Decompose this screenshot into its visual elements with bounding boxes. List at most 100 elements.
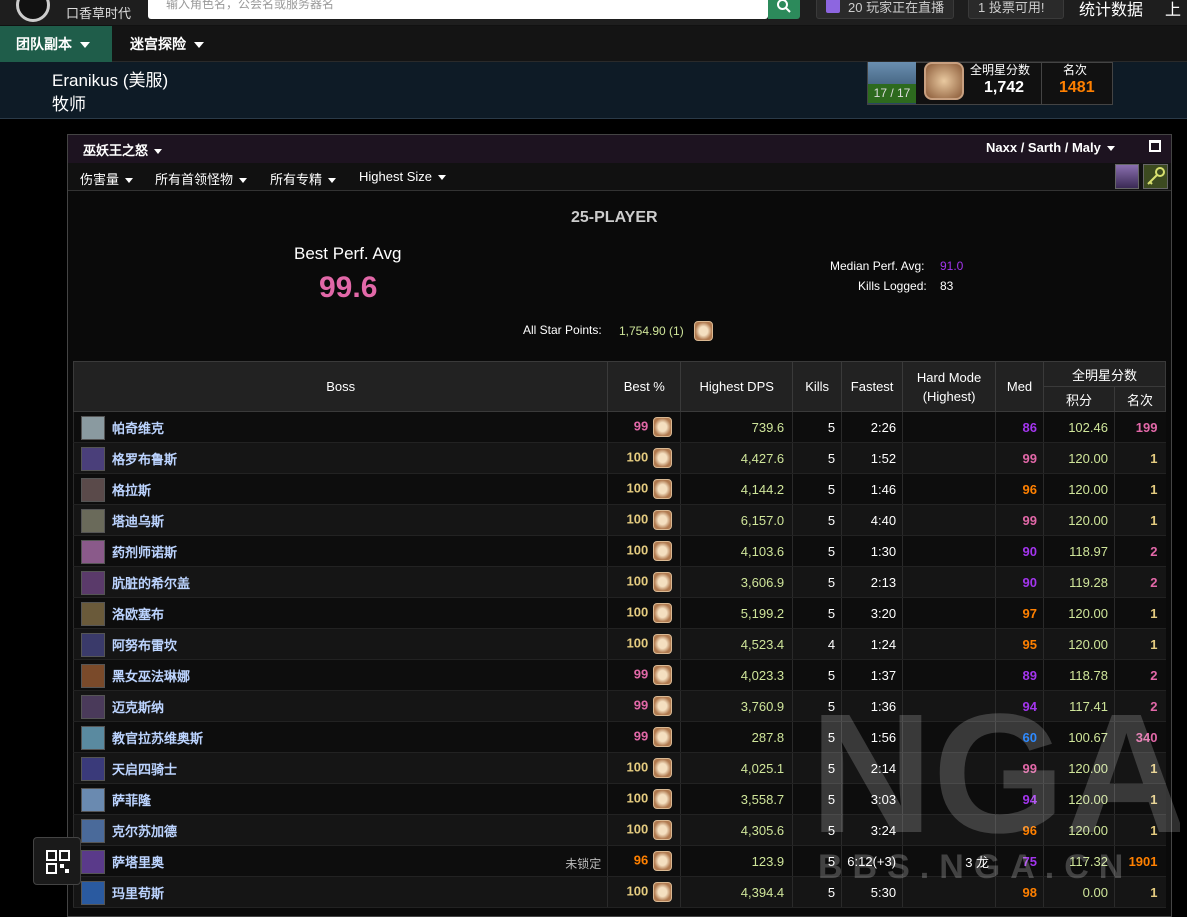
boss-name[interactable]: 天启四骑士 [112, 762, 177, 777]
boss-name[interactable]: 玛里苟斯 [112, 886, 164, 901]
boss-name[interactable]: 克尔苏加德 [112, 824, 177, 839]
boss-cell[interactable]: 肮脏的希尔盖 [72, 566, 608, 598]
twitch-icon [826, 0, 840, 13]
search-input[interactable]: 输入角色名，公会名或服务器名 [166, 0, 334, 12]
boss-name[interactable]: 阿努布雷坎 [112, 638, 177, 653]
boss-cell[interactable]: 迈克斯纳 [72, 690, 608, 722]
header-best[interactable]: Best % [607, 361, 682, 412]
rank: 1 [1113, 783, 1166, 815]
boss-name[interactable]: 塔迪乌斯 [112, 514, 164, 529]
boss-cell[interactable]: 玛里苟斯 [72, 876, 608, 908]
filter-size[interactable]: Highest Size [359, 169, 446, 184]
boss-name[interactable]: 萨菲隆 [112, 793, 151, 808]
header-dps[interactable]: Highest DPS [680, 361, 794, 412]
highest-dps: 287.8 [680, 721, 793, 753]
table-row[interactable]: 帕奇维克 99 739.6 5 2:26 86 102.46 199 [72, 411, 1166, 443]
qr-code-button[interactable] [33, 837, 81, 885]
table-row[interactable]: 教官拉苏维奥斯 99 287.8 5 1:56 60 100.67 340 [72, 721, 1166, 753]
boss-cell[interactable]: 格拉斯 [72, 473, 608, 505]
key-icon[interactable] [1143, 164, 1168, 189]
site-logo-text[interactable]: 口香草时代 [66, 3, 131, 22]
allstar-label: 全明星分数 [970, 63, 1031, 77]
table-row[interactable]: 阿努布雷坎 100 4,523.4 4 1:24 95 120.00 1 [72, 628, 1166, 660]
table-row[interactable]: 玛里苟斯 100 4,394.4 5 5:30 98 0.00 1 [72, 876, 1166, 908]
boss-cell[interactable]: 格罗布鲁斯 [72, 442, 608, 474]
boss-name[interactable]: 萨塔里奥 [112, 855, 164, 870]
filter-bosses[interactable]: 所有首领怪物 [155, 169, 248, 188]
median: 95 [995, 628, 1044, 660]
boss-cell[interactable]: 阿努布雷坎 [72, 628, 608, 660]
character-class: 牧师 [52, 95, 86, 114]
boss-name[interactable]: 迈克斯纳 [112, 700, 164, 715]
boss-name[interactable]: 黑女巫法琳娜 [112, 669, 190, 684]
table-row[interactable]: 洛欧塞布 100 5,199.2 5 3:20 97 120.00 1 [72, 597, 1166, 629]
table-row[interactable]: 肮脏的希尔盖 100 3,606.9 5 2:13 90 119.28 2 [72, 566, 1166, 598]
search-button[interactable] [768, 0, 800, 19]
boss-name[interactable]: 药剂师诺斯 [112, 545, 177, 560]
boss-cell[interactable]: 萨菲隆 [72, 783, 608, 815]
boss-name[interactable]: 肮脏的希尔盖 [112, 576, 190, 591]
boss-cell[interactable]: 黑女巫法琳娜 [72, 659, 608, 691]
header-points[interactable]: 积分 [1043, 386, 1115, 412]
boss-name[interactable]: 教官拉苏维奥斯 [112, 731, 203, 746]
boss-cell[interactable]: 克尔苏加德 [72, 814, 608, 846]
header-rank[interactable]: 名次 [1113, 386, 1167, 412]
median-perf-label: Median Perf. Avg: [830, 259, 925, 273]
table-row[interactable]: 药剂师诺斯 100 4,103.6 5 1:30 90 118.97 2 [72, 535, 1166, 567]
header-kills[interactable]: Kills [792, 361, 843, 412]
points: 100.67 [1043, 721, 1115, 753]
boss-cell[interactable]: 教官拉苏维奥斯 [72, 721, 608, 753]
median: 99 [995, 752, 1044, 784]
kills: 4 [792, 628, 842, 660]
table-row[interactable]: 迈克斯纳 99 3,760.9 5 1:36 94 117.41 2 [72, 690, 1166, 722]
boss-cell[interactable]: 药剂师诺斯 [72, 535, 608, 567]
boss-cell[interactable]: 帕奇维克 [72, 411, 608, 443]
nav-raids[interactable]: 团队副本 [0, 26, 112, 62]
header-hardmode[interactable]: Hard Mode (Highest) [902, 361, 997, 412]
table-row[interactable]: 天启四骑士 100 4,025.1 5 2:14 99 120.00 1 [72, 752, 1166, 784]
table-row[interactable]: 黑女巫法琳娜 99 4,023.3 5 1:37 89 118.78 2 [72, 659, 1166, 691]
boss-cell[interactable]: 洛欧塞布 [72, 597, 608, 629]
live-streams-text[interactable]: 20 玩家正在直播 [848, 0, 944, 16]
unlocked-note: 未锁定 [565, 857, 602, 871]
header-median[interactable]: Med [995, 361, 1044, 412]
vote-text[interactable]: 1 投票可用! [978, 0, 1044, 16]
stats-link[interactable]: 统计数据 [1079, 0, 1143, 20]
nav-dungeons[interactable]: 迷宫探险 [114, 26, 224, 62]
filter-metric[interactable]: 伤害量 [80, 169, 134, 188]
boss-cell[interactable]: 天启四骑士 [72, 752, 608, 784]
boss-name[interactable]: 格罗布鲁斯 [112, 452, 177, 467]
rank: 2 [1113, 659, 1166, 691]
class-icon[interactable] [1115, 164, 1139, 189]
best-percent: 100 [626, 790, 649, 806]
header-boss[interactable]: Boss [72, 361, 609, 412]
table-row[interactable]: 克尔苏加德 100 4,305.6 5 3:24 96 120.00 1 [72, 814, 1166, 846]
boss-name[interactable]: 帕奇维克 [112, 421, 164, 436]
boss-cell[interactable]: 萨塔里奥 未锁定 [72, 845, 608, 877]
raid-selector[interactable]: Naxx / Sarth / Maly [986, 140, 1115, 155]
hard-mode [902, 504, 996, 536]
table-row[interactable]: 萨菲隆 100 3,558.7 5 3:03 94 120.00 1 [72, 783, 1166, 815]
points: 120.00 [1043, 442, 1115, 474]
boss-rankings-table: Boss Best % Highest DPS Kills Fastest Ha… [72, 361, 1167, 908]
highest-dps: 3,558.7 [680, 783, 793, 815]
maximize-icon[interactable] [1149, 140, 1161, 152]
boss-name[interactable]: 洛欧塞布 [112, 607, 164, 622]
filter-size-label: Highest Size [359, 169, 432, 184]
table-row[interactable]: 格罗布鲁斯 100 4,427.6 5 1:52 99 120.00 1 [72, 442, 1166, 474]
table-row[interactable]: 塔迪乌斯 100 6,157.0 5 4:40 99 120.00 1 [72, 504, 1166, 536]
header-fastest[interactable]: Fastest [841, 361, 904, 412]
hard-mode [902, 690, 996, 722]
filter-specs[interactable]: 所有专精 [270, 169, 337, 188]
points: 117.32 [1043, 845, 1115, 877]
medal-icon [653, 727, 673, 747]
boss-portrait-icon [81, 478, 105, 502]
boss-name[interactable]: 格拉斯 [112, 483, 151, 498]
highest-dps: 4,394.4 [680, 876, 793, 908]
fastest: 3:24 [841, 814, 903, 846]
boss-cell[interactable]: 塔迪乌斯 [72, 504, 608, 536]
zone-selector[interactable]: 巫妖王之怒 [83, 140, 163, 159]
character-name: Eranikus (美服) [52, 71, 169, 90]
table-row[interactable]: 萨塔里奥 未锁定 96 123.9 5 6:12(+3) 3 龙 75 117.32 1901 [72, 845, 1166, 877]
table-row[interactable]: 格拉斯 100 4,144.2 5 1:46 96 120.00 1 [72, 473, 1166, 505]
